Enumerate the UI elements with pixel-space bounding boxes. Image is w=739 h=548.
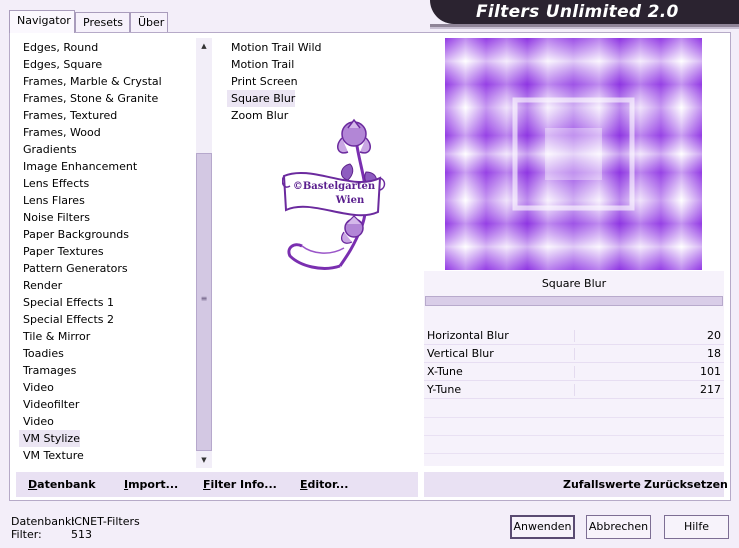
param-label: Horizontal Blur <box>427 329 509 342</box>
category-item[interactable]: Toadies <box>19 345 64 362</box>
bastelgarten-watermark: ©Bastelgarten Wien <box>282 118 386 270</box>
category-item[interactable]: Video <box>19 379 54 396</box>
filter-count-label: Filter: <box>11 528 42 541</box>
square-blur-preview <box>445 38 702 270</box>
param-row-horizontal-blur[interactable]: Horizontal Blur 20 <box>424 327 724 345</box>
param-row-x-tune[interactable]: X-Tune 101 <box>424 363 724 381</box>
category-item[interactable]: Edges, Square <box>19 56 102 73</box>
filter-item[interactable]: Print Screen <box>227 73 298 90</box>
param-row-y-tune[interactable]: Y-Tune 217 <box>424 381 724 399</box>
grip-icon: ≡ <box>200 294 208 303</box>
category-item[interactable]: Noise Filters <box>19 209 90 226</box>
mnemonic: D <box>28 478 38 491</box>
category-item[interactable]: Special Effects 1 <box>19 294 114 311</box>
watermark-line2: Wien <box>335 195 365 206</box>
category-item[interactable]: Video <box>19 413 54 430</box>
scroll-up-icon[interactable]: ▲ <box>196 38 212 54</box>
button-label: atenbank <box>37 478 96 491</box>
cancel-button[interactable]: Abbrechen <box>586 515 651 539</box>
tab-label: Über <box>138 16 165 29</box>
param-value: 217 <box>700 383 721 396</box>
param-tick <box>574 384 575 396</box>
tab-label: Presets <box>83 16 124 29</box>
reset-button[interactable]: Zurücksetzen <box>644 472 728 497</box>
param-label: Vertical Blur <box>427 347 494 360</box>
tab-label: Navigator <box>17 14 71 27</box>
tab-presets[interactable]: Presets <box>75 12 130 32</box>
random-values-button[interactable]: Zufallswerte <box>563 472 641 497</box>
param-value: 101 <box>700 365 721 378</box>
category-item[interactable]: Lens Flares <box>19 192 85 209</box>
filter-title: Square Blur <box>541 277 607 290</box>
banner-shadow-light <box>430 27 739 29</box>
category-item[interactable]: VM Texture <box>19 447 84 464</box>
category-item[interactable]: Lens Effects <box>19 175 89 192</box>
category-item[interactable]: Paper Backgrounds <box>19 226 129 243</box>
database-label: Datenbank: <box>11 515 76 528</box>
category-item[interactable]: VM Stylize <box>19 430 80 447</box>
filter-info-button[interactable]: Filter Info... <box>203 472 277 497</box>
help-button[interactable]: Hilfe <box>664 515 729 539</box>
filter-item[interactable]: Motion Trail <box>227 56 294 73</box>
filter-title-bar <box>425 296 723 306</box>
category-item[interactable]: Tile & Mirror <box>19 328 90 345</box>
apply-button[interactable]: Anwenden <box>510 515 575 539</box>
button-label: ilter Info... <box>210 478 277 491</box>
param-value: 20 <box>707 329 721 342</box>
category-item[interactable]: Paper Textures <box>19 243 104 260</box>
empty-param-slot <box>424 453 724 454</box>
category-item[interactable]: Render <box>19 277 62 294</box>
filter-count-value: 513 <box>71 528 92 541</box>
right-toolbar: Zufallswerte Zurücksetzen <box>424 472 728 497</box>
preview-image <box>445 38 702 270</box>
button-label: mport... <box>128 478 179 491</box>
category-item[interactable]: Special Effects 2 <box>19 311 114 328</box>
filter-item[interactable]: Motion Trail Wild <box>227 39 322 56</box>
tab-uber[interactable]: Über <box>130 12 168 32</box>
param-tick <box>574 366 575 378</box>
button-label: ditor... <box>307 478 349 491</box>
left-toolbar: Datenbank Import... Filter Info... Edito… <box>16 472 418 497</box>
mnemonic: E <box>300 478 308 491</box>
filter-item[interactable]: Zoom Blur <box>227 107 288 124</box>
preview-margin <box>424 38 445 270</box>
title-banner: Filters Unlimited 2.0 <box>430 0 739 24</box>
watermark-line1: ©Bastelgarten <box>293 181 376 192</box>
mnemonic: F <box>203 478 211 491</box>
database-button[interactable]: Datenbank <box>28 472 96 497</box>
empty-param-slot <box>424 435 724 436</box>
category-list[interactable]: Edges, Round Edges, Square Frames, Marble … <box>19 38 195 468</box>
category-item[interactable]: Edges, Round <box>19 39 98 56</box>
category-item[interactable]: Frames, Textured <box>19 107 117 124</box>
category-item[interactable]: Tramages <box>19 362 76 379</box>
category-item[interactable]: Image Enhancement <box>19 158 137 175</box>
filter-item[interactable]: Square Blur <box>227 90 296 107</box>
category-item[interactable]: Frames, Marble & Crystal <box>19 73 162 90</box>
editor-button[interactable]: Editor... <box>300 472 348 497</box>
database-value: ICNET-Filters <box>71 515 140 528</box>
empty-param-slot <box>424 417 724 418</box>
category-item[interactable]: Videofilter <box>19 396 79 413</box>
param-tick <box>574 330 575 342</box>
param-tick <box>574 348 575 360</box>
param-label: X-Tune <box>427 365 463 378</box>
scroll-down-icon[interactable]: ▼ <box>196 452 212 468</box>
scroll-thumb[interactable]: ≡ <box>196 153 212 451</box>
category-item[interactable]: Frames, Stone & Granite <box>19 90 158 107</box>
app-title: Filters Unlimited 2.0 <box>476 2 679 22</box>
param-row-vertical-blur[interactable]: Vertical Blur 18 <box>424 345 724 363</box>
tab-navigator[interactable]: Navigator <box>9 10 75 33</box>
param-value: 18 <box>707 347 721 360</box>
category-item[interactable]: Frames, Wood <box>19 124 101 141</box>
category-item[interactable]: Gradients <box>19 141 77 158</box>
import-button[interactable]: Import... <box>124 472 178 497</box>
category-item[interactable]: Pattern Generators <box>19 260 128 277</box>
param-label: Y-Tune <box>427 383 462 396</box>
